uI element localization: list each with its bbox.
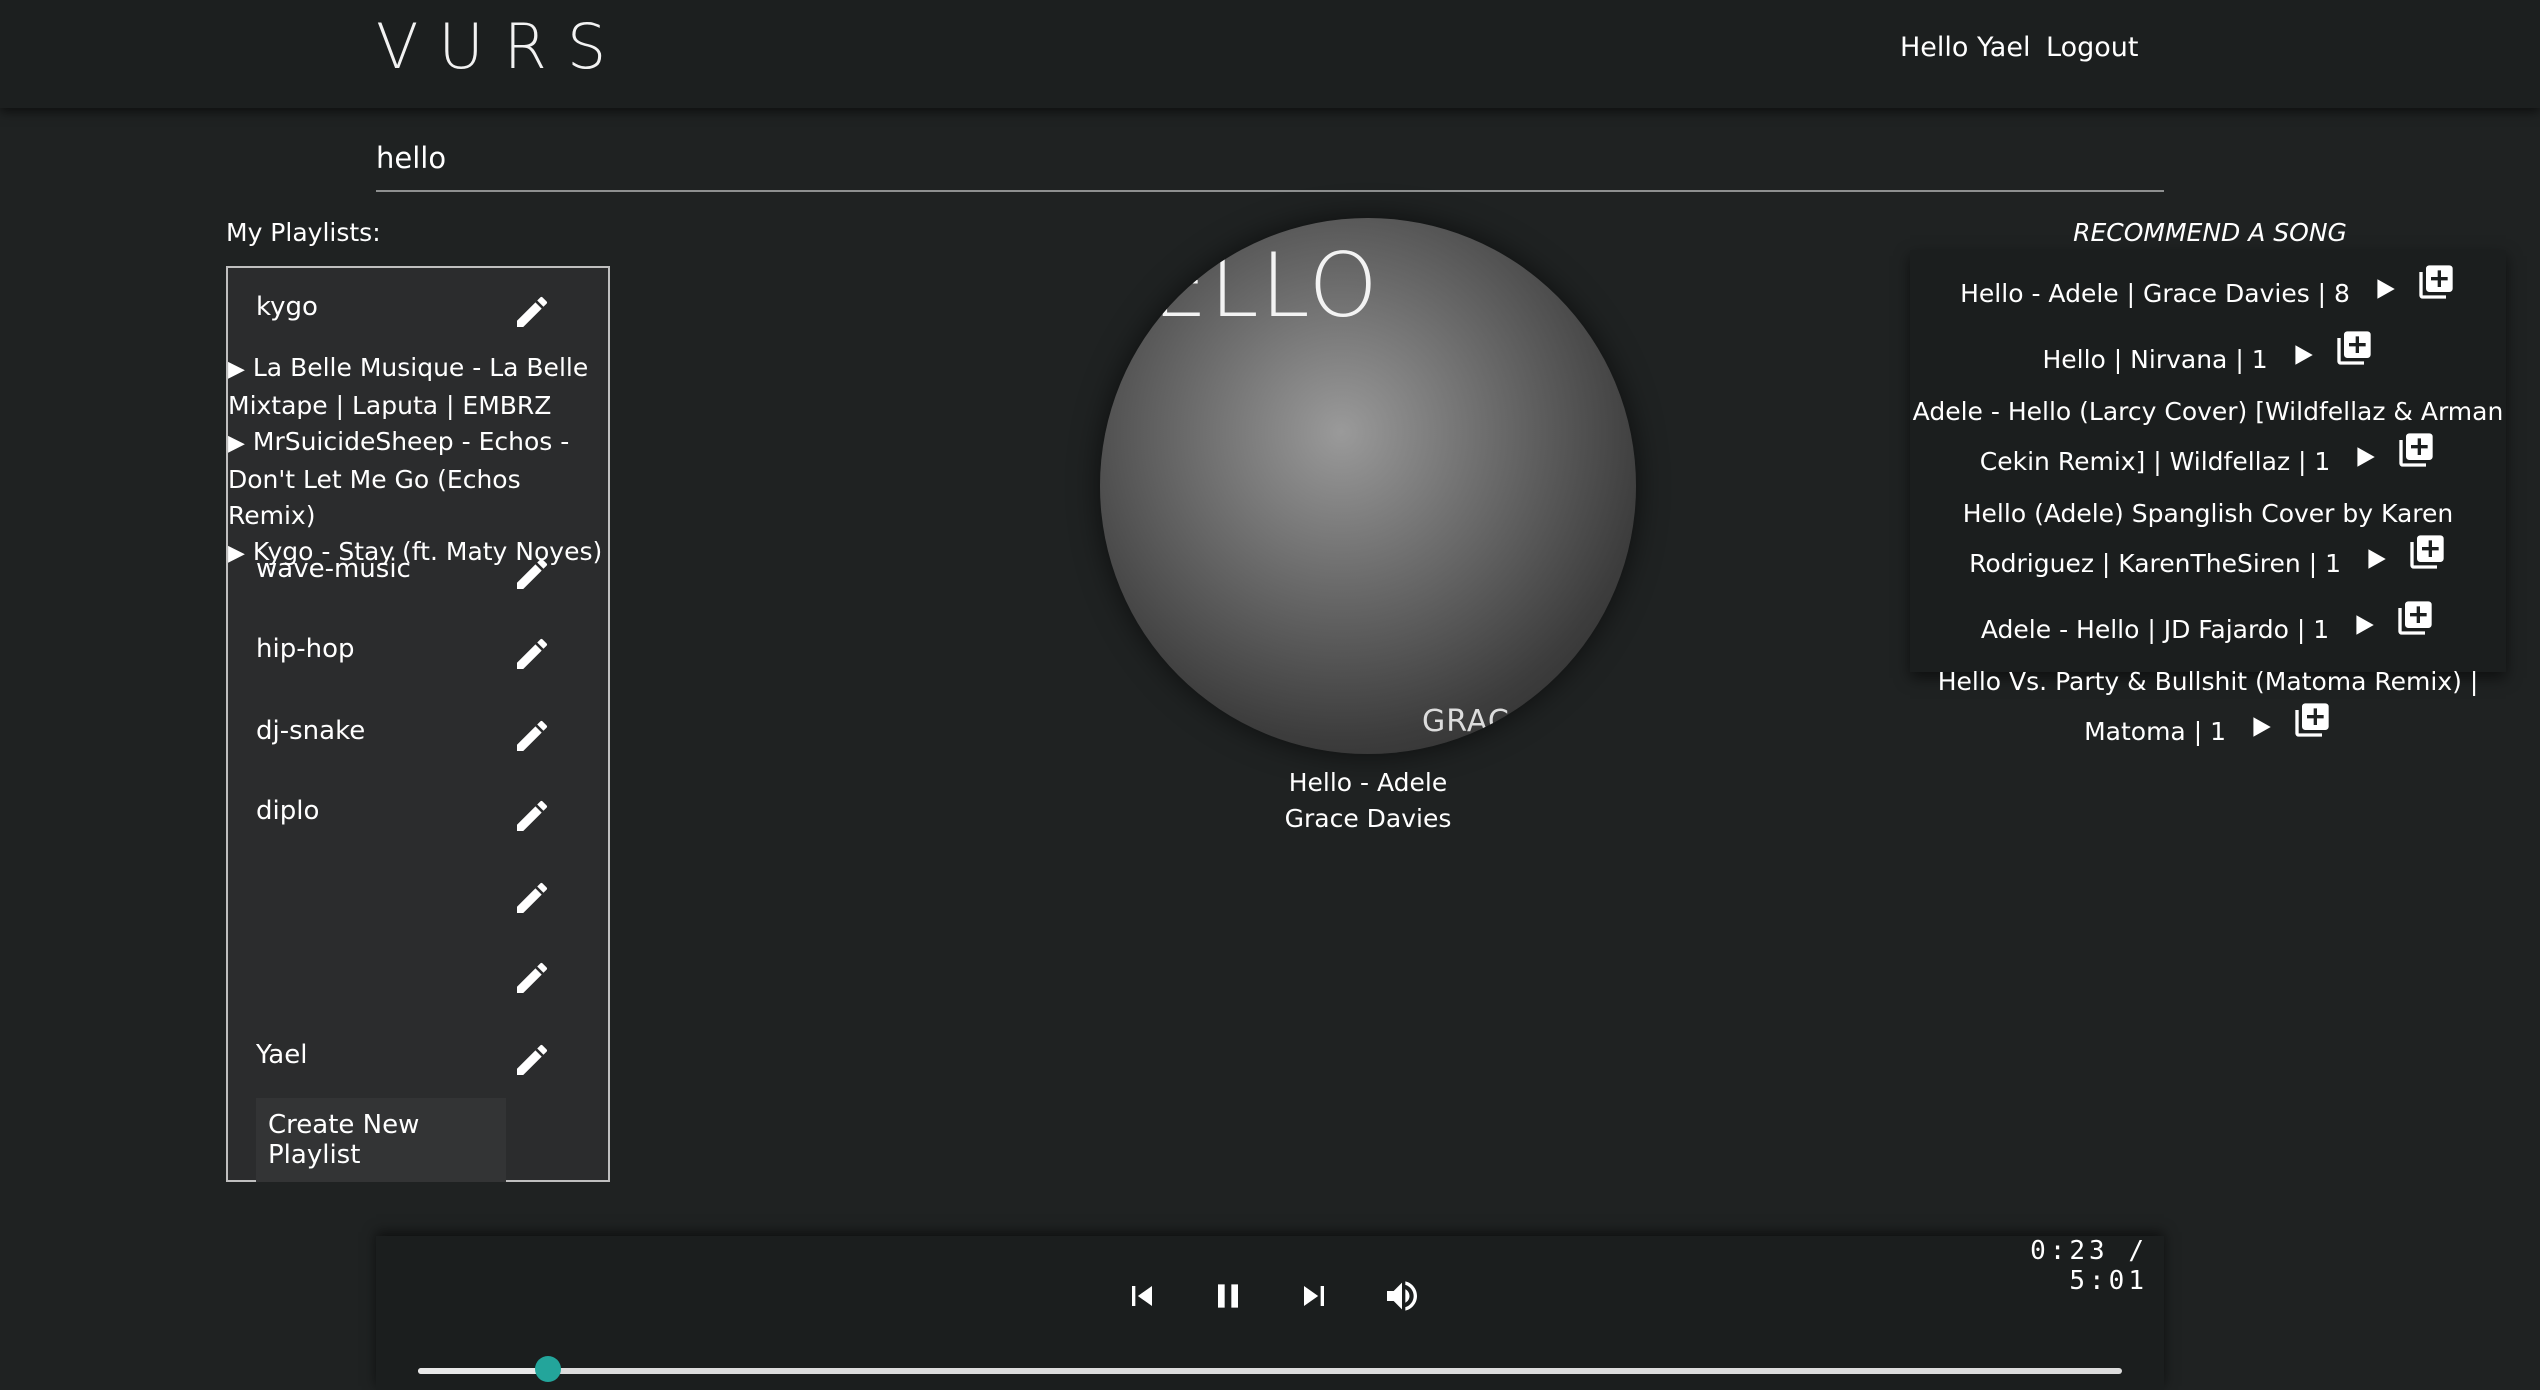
playlist-name[interactable]: kygo xyxy=(256,292,318,322)
playlists-heading: My Playlists: xyxy=(226,218,381,247)
play-track-icon[interactable]: ▶ xyxy=(228,431,245,456)
recommend-list: Hello - Adele | Grace Davies | 8 Hello |… xyxy=(1910,262,2506,766)
recommend-item-label: Hello | Nirvana | 1 xyxy=(2042,345,2268,374)
play-icon[interactable] xyxy=(2290,342,2316,368)
playlists-panel: kygo ▶ La Belle Musique - La Belle Mixta… xyxy=(226,266,610,1182)
add-to-playlist-icon[interactable] xyxy=(2334,328,2374,368)
pause-icon[interactable] xyxy=(1208,1276,1248,1316)
search-bar xyxy=(376,128,2164,192)
playlist-name[interactable]: hip-hop xyxy=(256,634,354,664)
edit-playlist-icon[interactable] xyxy=(512,292,552,332)
add-to-playlist-icon[interactable] xyxy=(2396,430,2436,470)
volume-icon[interactable] xyxy=(1382,1276,1422,1316)
progress-track[interactable] xyxy=(418,1356,2122,1382)
progress-thumb[interactable] xyxy=(535,1356,562,1382)
recommend-panel: Hello - Adele | Grace Davies | 8 Hello |… xyxy=(1910,250,2506,746)
search-input[interactable] xyxy=(376,128,2164,188)
recommend-item-label: Hello - Adele | Grace Davies | 8 xyxy=(1960,279,2350,308)
edit-playlist-icon[interactable] xyxy=(512,634,552,674)
add-to-playlist-icon[interactable] xyxy=(2416,262,2456,302)
play-icon[interactable] xyxy=(2248,714,2274,740)
now-playing-title: Hello - Adele xyxy=(1288,768,1448,797)
edit-playlist-icon[interactable] xyxy=(512,1040,552,1080)
play-icon[interactable] xyxy=(2352,444,2378,470)
play-icon[interactable] xyxy=(2372,276,2398,302)
album-art-title: ELLO xyxy=(1152,234,1380,337)
playlist-name[interactable]: wave-music xyxy=(256,554,411,584)
edit-playlist-icon[interactable] xyxy=(512,878,552,918)
logout-link[interactable]: Logout xyxy=(2046,32,2138,63)
recommend-item: Hello (Adele) Spanglish Cover by Karen R… xyxy=(1910,496,2506,582)
recommend-item: Hello | Nirvana | 1 xyxy=(1910,328,2506,378)
playlist-name[interactable]: diplo xyxy=(256,796,319,826)
recommend-item: Adele - Hello | JD Fajardo | 1 xyxy=(1910,598,2506,648)
edit-playlist-icon[interactable] xyxy=(512,554,552,594)
recommend-item-label: Adele - Hello | JD Fajardo | 1 xyxy=(1980,615,2330,644)
recommend-item: Adele - Hello (Larcy Cover) [Wildfellaz … xyxy=(1910,394,2506,480)
skip-next-icon[interactable] xyxy=(1294,1276,1334,1316)
add-to-playlist-icon[interactable] xyxy=(2292,700,2332,740)
play-track-icon[interactable]: ▶ xyxy=(228,541,245,566)
now-playing-artist: Grace Davies xyxy=(1284,804,1452,833)
edit-playlist-icon[interactable] xyxy=(512,796,552,836)
add-to-playlist-icon[interactable] xyxy=(2395,598,2435,638)
recommend-item: Hello - Adele | Grace Davies | 8 xyxy=(1910,262,2506,312)
progress-fill xyxy=(418,1368,549,1374)
play-icon[interactable] xyxy=(2363,546,2389,572)
playlist-track[interactable]: ▶ La Belle Musique - La Belle Mixtape | … xyxy=(228,350,608,424)
add-to-playlist-icon[interactable] xyxy=(2407,532,2447,572)
edit-playlist-icon[interactable] xyxy=(512,958,552,998)
play-track-icon[interactable]: ▶ xyxy=(228,357,245,382)
recommend-item-label: Hello Vs. Party & Bullshit (Matoma Remix… xyxy=(1937,667,2479,746)
album-art: ELLO GRAC xyxy=(1100,218,1636,754)
user-greeting: Hello Yael xyxy=(1900,32,2031,63)
player-bar: 0:23 / 5:01 xyxy=(376,1236,2164,1390)
recommend-heading: RECOMMEND A SONG xyxy=(2073,218,2347,247)
playlist-track[interactable]: ▶ MrSuicideSheep - Echos - Don't Let Me … xyxy=(228,424,608,534)
playlist-tracks: ▶ La Belle Musique - La Belle Mixtape | … xyxy=(228,350,608,572)
recommend-item: Hello Vs. Party & Bullshit (Matoma Remix… xyxy=(1910,664,2506,750)
play-icon[interactable] xyxy=(2351,612,2377,638)
skip-previous-icon[interactable] xyxy=(1122,1276,1162,1316)
playlist-name[interactable]: dj-snake xyxy=(256,716,365,746)
edit-playlist-icon[interactable] xyxy=(512,716,552,756)
top-navbar: VURS Hello Yael Logout xyxy=(0,0,2540,108)
app-logo[interactable]: VURS xyxy=(376,10,626,83)
create-playlist-button[interactable]: Create New Playlist xyxy=(256,1098,506,1182)
playlist-name[interactable]: Yael xyxy=(256,1040,307,1070)
album-art-subtitle: GRAC xyxy=(1422,704,1510,739)
time-display: 0:23 / 5:01 xyxy=(2030,1236,2148,1296)
